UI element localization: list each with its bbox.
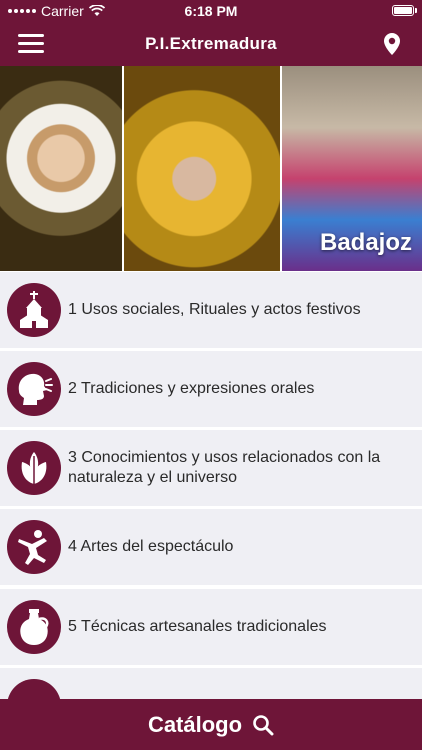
pottery-jug-icon [7, 600, 61, 654]
battery-icon [392, 5, 417, 16]
category-item-nature[interactable]: 3 Conocimientos y usos relacionados con … [0, 430, 422, 506]
category-item-partial[interactable] [0, 668, 422, 699]
catalog-button[interactable]: Catálogo [0, 699, 422, 750]
category-label: 2 Tradiciones y expresiones orales [68, 380, 315, 397]
category-label: 4 Artes del espectáculo [68, 538, 234, 555]
region-banner[interactable]: Badajoz [0, 66, 422, 271]
category-label: 3 Conocimientos y usos relacionados con … [68, 449, 381, 486]
category-item-oral-traditions[interactable]: 2 Tradiciones y expresiones orales [0, 351, 422, 427]
search-icon [253, 714, 274, 735]
catalog-label: Catálogo [147, 711, 243, 737]
status-time: 6:18 PM [184, 3, 238, 19]
leaves-icon [7, 441, 61, 495]
status-bar: Carrier 6:18 PM [0, 0, 422, 22]
category-item-performing-arts[interactable]: 4 Artes del espectáculo [0, 509, 422, 585]
location-pin-icon[interactable] [382, 32, 402, 56]
banner-region-label: Badajoz [319, 229, 412, 256]
page-title: P.I.Extremadura [145, 34, 277, 53]
category-list[interactable]: 1 Usos sociales, Rituales y actos festiv… [0, 271, 422, 699]
banner-photo-virgin [0, 66, 122, 271]
partial-item-icon [7, 679, 61, 699]
church-icon [7, 283, 61, 337]
speaking-head-icon [7, 362, 61, 416]
category-item-rituals[interactable]: 1 Usos sociales, Rituales y actos festiv… [0, 272, 422, 348]
banner-photo-yellow-mask [124, 66, 280, 271]
category-label: 5 Técnicas artesanales tradicionales [68, 618, 327, 635]
navigation-bar: P.I.Extremadura [0, 22, 422, 66]
category-label: 1 Usos sociales, Rituales y actos festiv… [68, 301, 361, 318]
dancer-icon [7, 520, 61, 574]
category-item-crafts[interactable]: 5 Técnicas artesanales tradicionales [0, 589, 422, 665]
